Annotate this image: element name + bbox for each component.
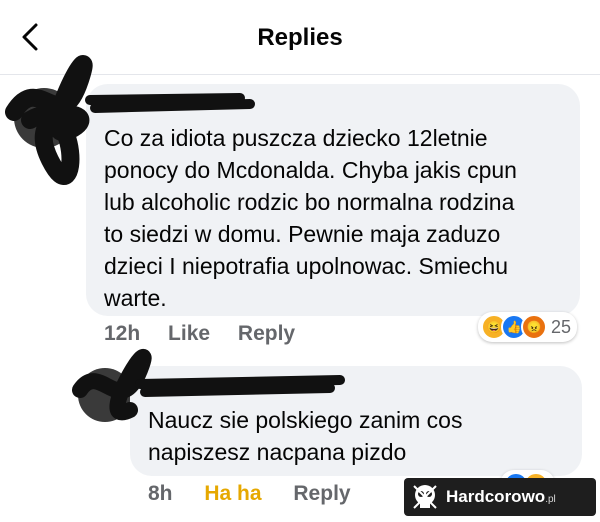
- comment-meta: 12h Like Reply: [104, 322, 295, 346]
- like-button[interactable]: Like: [168, 322, 210, 345]
- reaction-count: 25: [551, 316, 572, 337]
- angry-icon: 😠: [521, 314, 547, 340]
- reply-bubble: Naucz sie polskiego zanim cos napiszesz …: [130, 366, 582, 476]
- reply-button[interactable]: Reply: [238, 322, 295, 345]
- page-title: Replies: [257, 24, 343, 51]
- watermark-suffix: .pl: [545, 494, 556, 505]
- comment-timestamp: 12h: [104, 322, 141, 345]
- comment-bubble: Co za idiota puszcza dziecko 12letnie po…: [86, 84, 580, 316]
- reply-timestamp: 8h: [148, 482, 173, 505]
- reply-text: Naucz sie polskiego zanim cos napiszesz …: [148, 407, 463, 465]
- watermark-text: Hardcorowo.pl: [446, 487, 556, 507]
- comment-text: Co za idiota puszcza dziecko 12letnie po…: [104, 125, 517, 311]
- app-header: Replies: [0, 0, 600, 75]
- reply-button[interactable]: Reply: [293, 482, 350, 505]
- watermark-brand: Hardcorowo: [446, 487, 546, 506]
- skull-icon: [413, 485, 437, 509]
- reaction-summary[interactable]: 😆 👍 😠 25: [478, 312, 578, 342]
- reply-meta: 8h Ha ha Reply: [148, 482, 351, 506]
- avatar[interactable]: [14, 88, 74, 148]
- avatar[interactable]: [78, 368, 132, 422]
- watermark-logo: Hardcorowo.pl: [404, 478, 596, 516]
- haha-reaction-button[interactable]: Ha ha: [204, 482, 261, 505]
